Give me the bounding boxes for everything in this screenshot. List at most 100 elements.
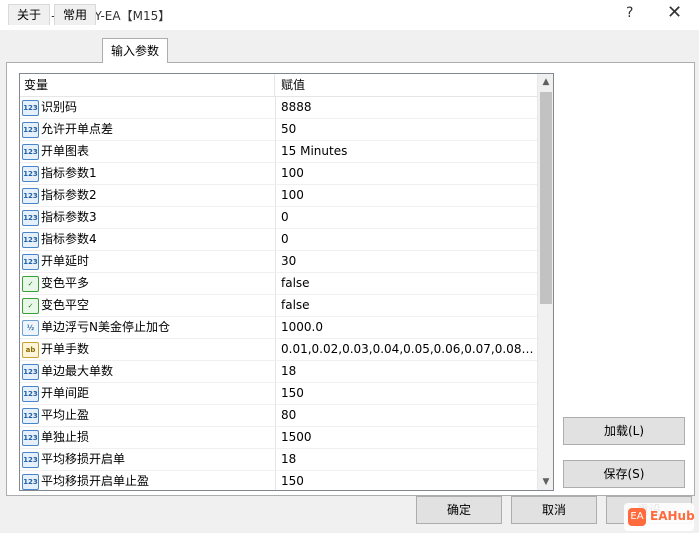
variable-name: 单边最大单数	[41, 364, 114, 378]
help-button[interactable]: ?	[626, 5, 633, 21]
variable-name: 开单延时	[41, 254, 90, 268]
int-type-icon: 123	[22, 100, 39, 116]
tab-inputs[interactable]: 输入参数	[102, 38, 169, 63]
save-button[interactable]: 保存(S)	[563, 460, 685, 488]
variable-cell[interactable]: 123 开单间距	[20, 383, 276, 404]
value-cell[interactable]: false	[281, 295, 536, 316]
variable-cell[interactable]: ✓ 变色平空	[20, 295, 276, 316]
table-row[interactable]: 123 开单延时 30	[20, 251, 537, 273]
value-cell[interactable]: 1000.0	[281, 317, 536, 338]
table-row[interactable]: 123 允许开单点差 50	[20, 119, 537, 141]
int-type-icon: 123	[22, 408, 39, 424]
variable-name: 开单图表	[41, 144, 90, 158]
table-row[interactable]: 123 指标参数2 100	[20, 185, 537, 207]
value-cell[interactable]: 0.01,0.02,0.03,0.04,0.05,0.06,0.07,0.08,…	[281, 339, 536, 360]
table-row[interactable]: 123 识别码 8888	[20, 97, 537, 119]
bool-type-icon: ✓	[22, 276, 39, 292]
variable-cell[interactable]: 123 开单延时	[20, 251, 276, 272]
value-cell[interactable]: 30	[281, 251, 536, 272]
variable-cell[interactable]: 123 指标参数3	[20, 207, 276, 228]
variable-name: 变色平空	[41, 298, 90, 312]
value-cell[interactable]: 18	[281, 361, 536, 382]
variable-name: 平均移损开启单止盈	[41, 474, 150, 488]
int-type-icon: 123	[22, 254, 39, 270]
variable-name: 指标参数3	[41, 210, 97, 224]
value-cell[interactable]: 8888	[281, 97, 536, 118]
variable-cell[interactable]: 123 单边最大单数	[20, 361, 276, 382]
int-type-icon: 123	[22, 122, 39, 138]
value-cell[interactable]: 50	[281, 119, 536, 140]
watermark-text: EAHub	[650, 509, 695, 523]
value-cell[interactable]: 0	[281, 207, 536, 228]
variable-name: 平均止盈	[41, 408, 90, 422]
variable-name: 单边浮亏N美金停止加仓	[41, 320, 170, 334]
table-body: 123 识别码 8888 123 允许开单点差 50 123 开单图表 15 Minutes 12…	[20, 97, 537, 490]
variable-cell[interactable]: 123 允许开单点差	[20, 119, 276, 140]
value-cell[interactable]: 100	[281, 185, 536, 206]
title-bar: Expert - GBPJPY-EA【M15】 ? ✕	[0, 0, 699, 30]
int-type-icon: 123	[22, 232, 39, 248]
variable-cell[interactable]: 123 平均移损开启单	[20, 449, 276, 470]
tab-common[interactable]: 常用	[54, 4, 97, 25]
value-cell[interactable]: 0	[281, 229, 536, 250]
variable-name: 识别码	[41, 100, 78, 114]
table-row[interactable]: ab 开单手数 0.01,0.02,0.03,0.04,0.05,0.06,0.07…	[20, 339, 537, 361]
variable-name: 开单间距	[41, 386, 90, 400]
value-cell[interactable]: 15 Minutes	[281, 141, 536, 162]
ok-button[interactable]: 确定	[416, 496, 502, 524]
table-row[interactable]: 123 单独止损 1500	[20, 427, 537, 449]
cancel-button[interactable]: 取消	[511, 496, 597, 524]
table-row[interactable]: ✓ 变色平空 false	[20, 295, 537, 317]
value-cell[interactable]: 1500	[281, 427, 536, 448]
value-cell[interactable]: 150	[281, 471, 536, 490]
int-type-icon: 123	[22, 188, 39, 204]
variable-cell[interactable]: 123 指标参数2	[20, 185, 276, 206]
variable-cell[interactable]: 123 识别码	[20, 97, 276, 118]
table-row[interactable]: 123 开单图表 15 Minutes	[20, 141, 537, 163]
parameters-table[interactable]: 变量 赋值 123 识别码 8888 123 允许开单点差 50 123 开单图表 15 Min…	[19, 73, 554, 491]
table-row[interactable]: 123 平均移损开启单 18	[20, 449, 537, 471]
column-header-variable[interactable]: 变量	[20, 74, 275, 96]
variable-cell[interactable]: 123 单独止损	[20, 427, 276, 448]
variable-cell[interactable]: 123 平均移损开启单止盈	[20, 471, 276, 490]
variable-cell[interactable]: 123 指标参数4	[20, 229, 276, 250]
variable-cell[interactable]: ½ 单边浮亏N美金停止加仓	[20, 317, 276, 338]
variable-cell[interactable]: 123 开单图表	[20, 141, 276, 162]
variable-name: 变色平多	[41, 276, 90, 290]
int-type-icon: 123	[22, 386, 39, 402]
int-type-icon: 123	[22, 144, 39, 160]
value-cell[interactable]: false	[281, 273, 536, 294]
table-header: 变量 赋值	[20, 74, 537, 97]
load-button[interactable]: 加载(L)	[563, 417, 685, 445]
variable-name: 平均移损开启单	[41, 452, 126, 466]
table-row[interactable]: 123 指标参数4 0	[20, 229, 537, 251]
table-row[interactable]: ✓ 变色平多 false	[20, 273, 537, 295]
vertical-scrollbar[interactable]: ▲ ▼	[537, 74, 553, 490]
table-row[interactable]: 123 单边最大单数 18	[20, 361, 537, 383]
variable-cell[interactable]: 123 平均止盈	[20, 405, 276, 426]
int-type-icon: 123	[22, 210, 39, 226]
table-row[interactable]: 123 指标参数1 100	[20, 163, 537, 185]
table-row[interactable]: ½ 单边浮亏N美金停止加仓 1000.0	[20, 317, 537, 339]
variable-name: 开单手数	[41, 342, 90, 356]
close-button[interactable]: ✕	[667, 2, 682, 23]
scrollbar-thumb[interactable]	[540, 92, 552, 304]
value-cell[interactable]: 18	[281, 449, 536, 470]
tab-about[interactable]: 关于	[8, 4, 51, 25]
variable-cell[interactable]: ab 开单手数	[20, 339, 276, 360]
table-row[interactable]: 123 指标参数3 0	[20, 207, 537, 229]
column-header-value[interactable]: 赋值	[277, 74, 539, 96]
scroll-up-arrow-icon[interactable]: ▲	[538, 74, 553, 90]
dbl-type-icon: ½	[22, 320, 39, 336]
table-row[interactable]: 123 平均移损开启单止盈 150	[20, 471, 537, 490]
table-row[interactable]: 123 平均止盈 80	[20, 405, 537, 427]
eahub-watermark: EA EAHub	[624, 503, 695, 531]
table-row[interactable]: 123 开单间距 150	[20, 383, 537, 405]
variable-cell[interactable]: 123 指标参数1	[20, 163, 276, 184]
value-cell[interactable]: 80	[281, 405, 536, 426]
value-cell[interactable]: 100	[281, 163, 536, 184]
int-type-icon: 123	[22, 166, 39, 182]
scroll-down-arrow-icon[interactable]: ▼	[538, 474, 553, 490]
value-cell[interactable]: 150	[281, 383, 536, 404]
variable-cell[interactable]: ✓ 变色平多	[20, 273, 276, 294]
